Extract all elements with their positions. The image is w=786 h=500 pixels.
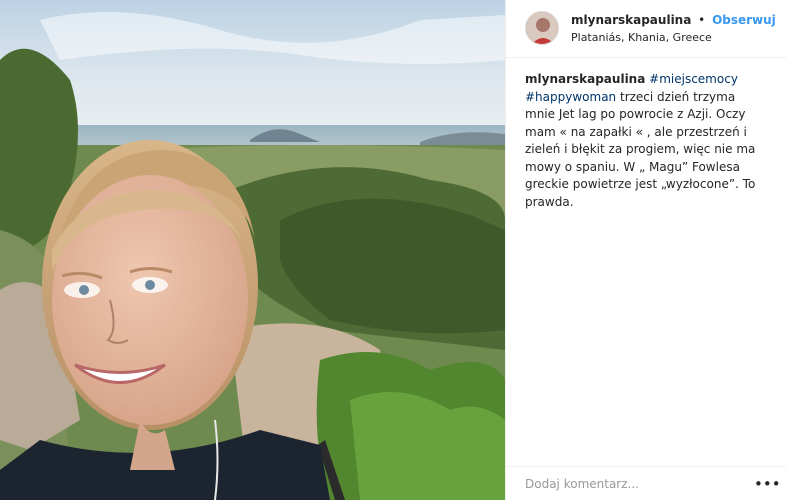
post-side-panel: mlynarskapaulina • Obserwuj Plataniás, K… (505, 0, 786, 500)
location-link[interactable]: Plataniás, Khania, Greece (571, 31, 712, 44)
post-photo[interactable] (0, 0, 505, 500)
comment-input[interactable] (525, 473, 745, 495)
comment-bar: ••• (506, 466, 786, 500)
separator-dot: • (698, 13, 706, 27)
avatar-icon (526, 12, 558, 44)
hashtag-link[interactable]: #happywoman (525, 90, 616, 104)
hashtag-link[interactable]: #miejscemocy (649, 72, 738, 86)
follow-button[interactable]: Obserwuj (712, 13, 776, 27)
post-header: mlynarskapaulina • Obserwuj Plataniás, K… (506, 0, 786, 58)
post-caption: mlynarskapaulina #miejscemocy #happywoma… (525, 71, 757, 211)
selfie-photo-image (0, 0, 505, 500)
header-title-line: mlynarskapaulina • Obserwuj (571, 13, 776, 27)
caption-text: trzeci dzień trzyma mnie Jet lag po powr… (525, 89, 756, 209)
avatar[interactable] (525, 11, 559, 45)
username-link[interactable]: mlynarskapaulina (571, 13, 691, 27)
caption-username-link[interactable]: mlynarskapaulina (525, 72, 645, 86)
more-options-icon[interactable]: ••• (754, 473, 781, 495)
